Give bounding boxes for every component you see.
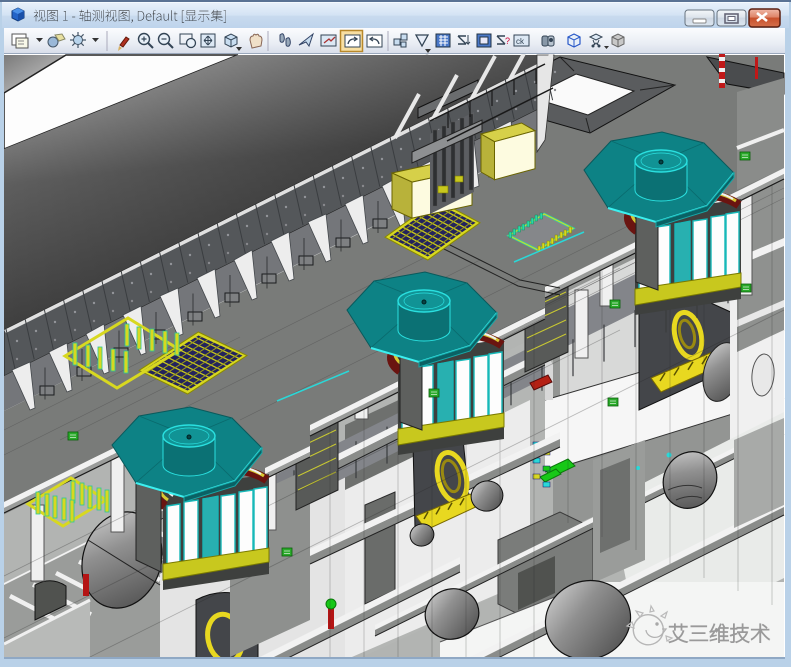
svg-text:ck: ck [516,37,525,46]
svg-text:?: ? [505,36,510,46]
